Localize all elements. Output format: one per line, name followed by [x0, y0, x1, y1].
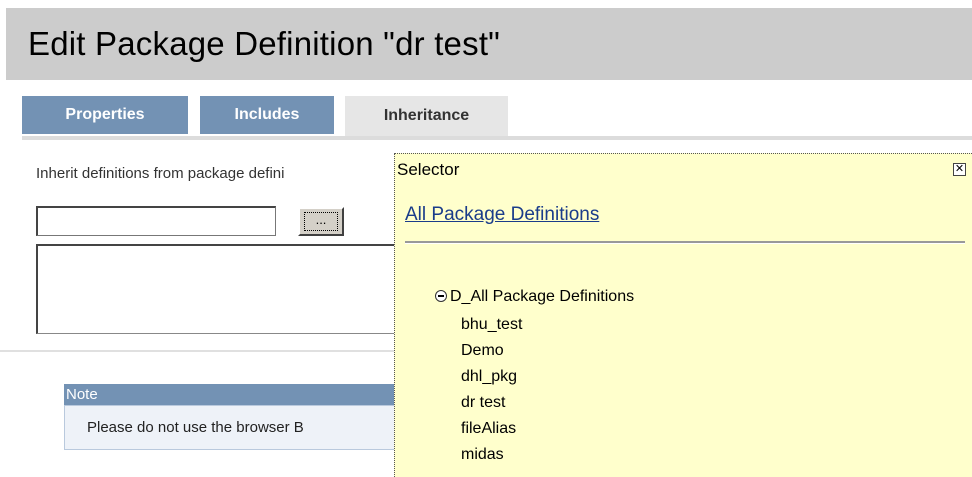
tree-item[interactable]: dr test: [461, 390, 522, 416]
collapse-icon[interactable]: [435, 290, 447, 302]
note-body: Please do not use the browser B: [64, 405, 404, 450]
tree-root[interactable]: D_All Package Definitions: [435, 288, 634, 306]
tab-properties[interactable]: Properties: [22, 96, 188, 134]
title-bar: Edit Package Definition "dr test": [6, 8, 972, 80]
inherited-definitions-list[interactable]: [36, 244, 398, 334]
tree-item[interactable]: fileAlias: [461, 416, 522, 442]
tree-item[interactable]: bhu_test: [461, 312, 522, 338]
tree-item[interactable]: midas: [461, 442, 522, 468]
selector-popup: Selector ✕ All Package Definitions D_All…: [394, 153, 972, 477]
tree-root-label: D_All Package Definitions: [450, 288, 635, 305]
browse-button-focus: [304, 212, 338, 231]
tab-underline: [22, 136, 972, 140]
tree-children: bhu_test Demo dhl_pkg dr test fileAlias …: [461, 312, 522, 468]
selector-title: Selector: [397, 160, 460, 179]
tab-inheritance[interactable]: Inheritance: [345, 96, 508, 138]
note-header: Note: [64, 384, 404, 405]
close-icon[interactable]: ✕: [953, 163, 966, 176]
tab-includes[interactable]: Includes: [200, 96, 334, 134]
all-package-definitions-link[interactable]: All Package Definitions: [405, 204, 599, 226]
browse-button[interactable]: ...: [298, 207, 344, 236]
package-definition-input[interactable]: [36, 206, 276, 236]
tree-item[interactable]: Demo: [461, 338, 522, 364]
tree-item[interactable]: dhl_pkg: [461, 364, 522, 390]
inherit-label: Inherit definitions from package defini: [36, 165, 285, 182]
page-title: Edit Package Definition "dr test": [28, 25, 501, 62]
selector-divider: [405, 241, 965, 244]
